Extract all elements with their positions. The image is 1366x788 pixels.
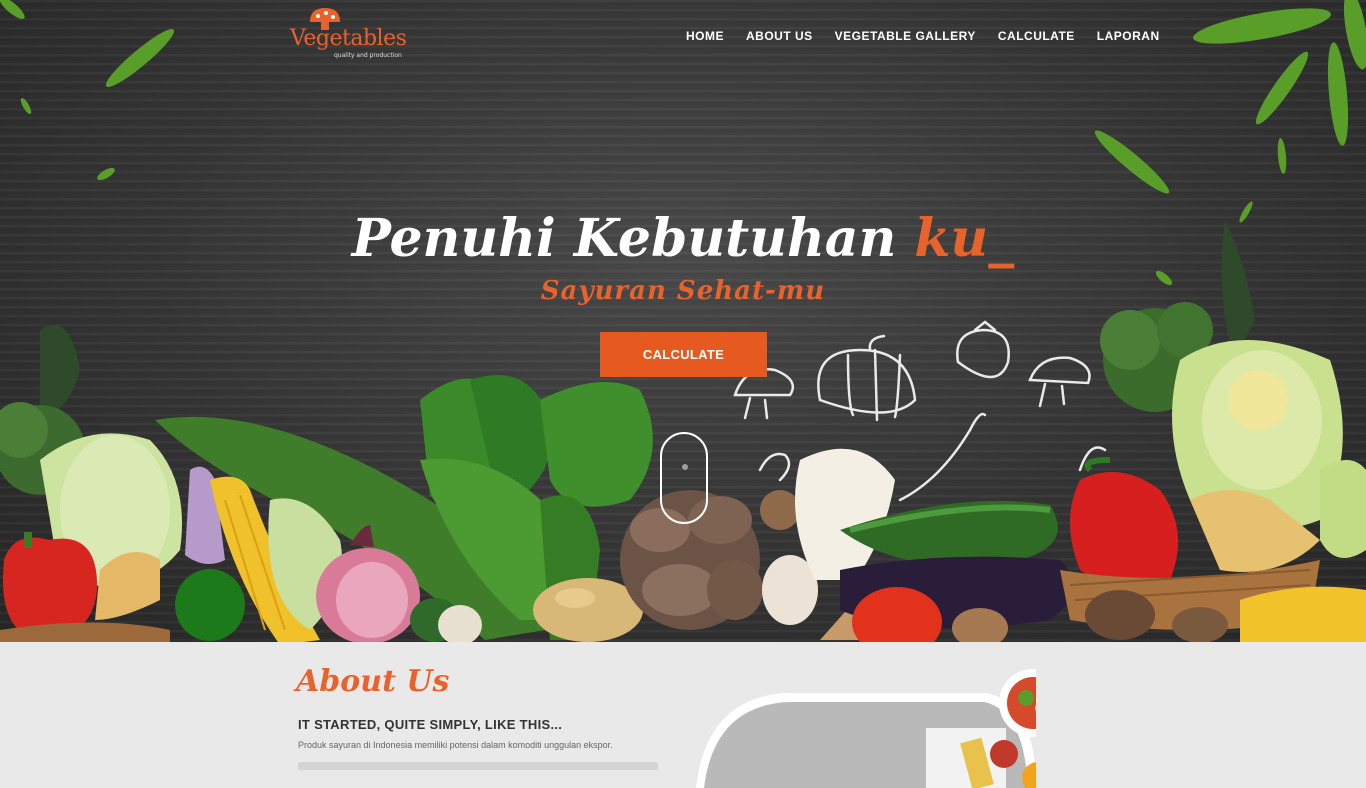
nav-item-calculate[interactable]: CALCULATE (998, 29, 1075, 43)
nav-item-home[interactable]: HOME (686, 29, 724, 43)
brand-tagline: quality and production (334, 52, 402, 59)
brand-name: Vegetables (290, 26, 407, 51)
brand-logo[interactable]: Vegetables quality and production (290, 8, 410, 60)
scroll-indicator-dot (682, 464, 688, 470)
main-navigation: HOME ABOUT US VEGETABLE GALLERY CALCULAT… (686, 29, 1160, 43)
nav-item-laporan[interactable]: LAPORAN (1097, 29, 1160, 43)
about-title: About Us (296, 664, 450, 699)
hero-headline-accent: ku_ (914, 208, 1015, 269)
hero-section: Vegetables quality and production HOME A… (0, 0, 1366, 642)
hero-headline: Penuhi Kebutuhan ku_ (0, 208, 1366, 269)
about-section: About Us IT STARTED, QUITE SIMPLY, LIKE … (0, 642, 1366, 788)
about-food-image (696, 669, 1036, 788)
vegetable-banner-image (0, 0, 1366, 642)
about-subtitle: IT STARTED, QUITE SIMPLY, LIKE THIS... (298, 717, 563, 732)
calculate-button[interactable]: CALCULATE (600, 332, 767, 377)
about-body: Produk sayuran di Indonesia memiliki pot… (298, 740, 613, 750)
hero-subline: Sayuran Sehat-mu (540, 276, 826, 306)
about-body-continued (298, 762, 658, 770)
hero-headline-main: Penuhi Kebutuhan (351, 208, 915, 269)
scroll-mouse-icon[interactable] (660, 432, 708, 524)
nav-item-vegetable-gallery[interactable]: VEGETABLE GALLERY (835, 29, 976, 43)
nav-item-about-us[interactable]: ABOUT US (746, 29, 813, 43)
